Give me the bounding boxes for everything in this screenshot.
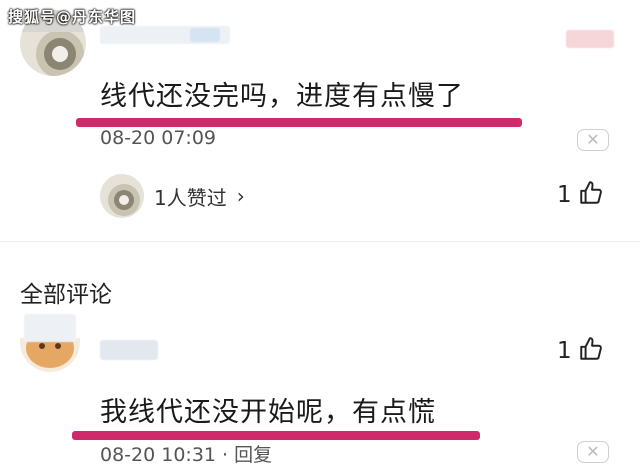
thumbs-up-icon [578,336,604,366]
thumbs-up-icon [578,180,604,210]
comment-timestamp[interactable]: 08-20 10:31 · 回复 [100,440,272,464]
tag-blurred [566,30,614,48]
close-icon[interactable]: ✕ [577,129,609,151]
section-title: 全部评论 [20,282,112,308]
chevron-right-icon: › [236,184,245,208]
username-blurred [100,340,158,360]
watermark: 搜狐号@丹东华图 [8,8,137,26]
like-count: 1 [557,338,572,364]
avatar-blurred [24,314,76,342]
highlight-underline [76,118,522,127]
likers-row[interactable]: 1人赞过 › [100,174,245,218]
badge-blurred [190,28,220,42]
comment-text: 线代还没完吗，进度有点慢了 [100,81,464,112]
like-count: 1 [557,182,572,208]
highlight-underline [72,431,480,440]
likers-label: 1人赞过 [154,185,227,210]
divider [0,241,640,242]
avatar[interactable] [20,338,80,372]
close-icon[interactable]: ✕ [577,441,609,463]
like-button[interactable]: 1 [557,180,604,210]
comment-text: 我线代还没开始呢，有点慌 [100,397,436,428]
comment-timestamp: 08-20 07:09 [100,127,217,149]
like-button[interactable]: 1 [557,336,604,366]
liker-avatar [100,174,144,218]
